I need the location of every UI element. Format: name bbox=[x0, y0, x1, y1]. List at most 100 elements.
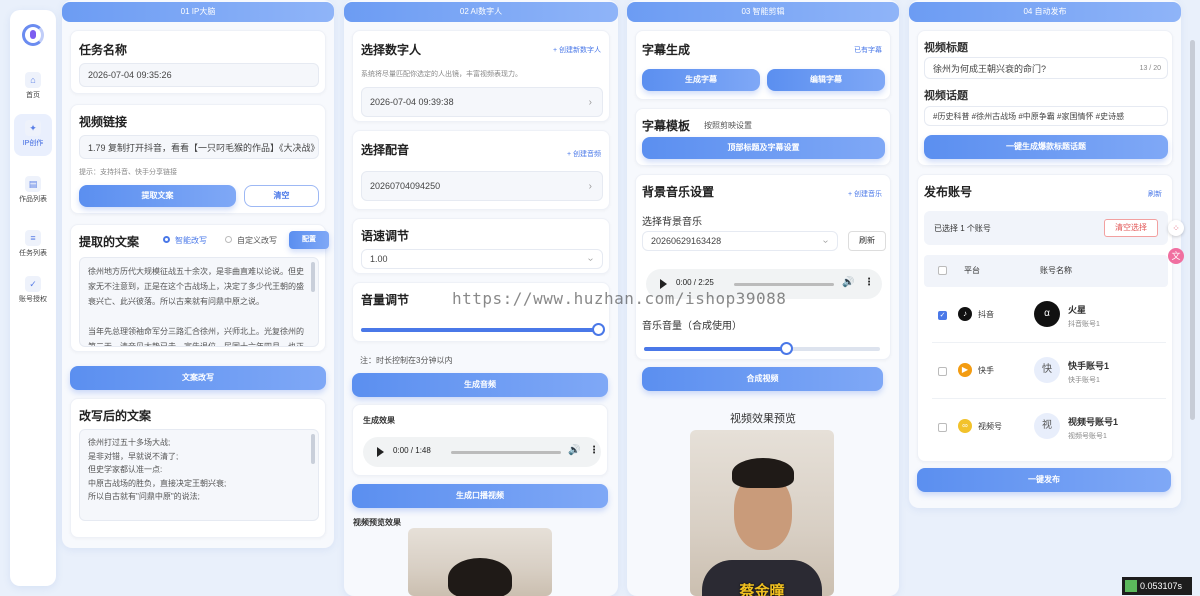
sidebar-item-ip-create[interactable]: ✦ IP创作 bbox=[14, 114, 52, 156]
audio-track[interactable] bbox=[451, 451, 561, 454]
extracted-card: 提取的文案 智能改写 自定义改写 配置 徐州地方历代大规模征战五十余次，是非曲直… bbox=[70, 224, 329, 352]
sidebar-item-label: 任务列表 bbox=[19, 250, 47, 257]
speed-title: 语速调节 bbox=[361, 229, 410, 243]
scrollbar[interactable] bbox=[311, 434, 315, 464]
bgm-track[interactable] bbox=[734, 283, 834, 286]
watermark: https://www.huzhan.com/ishop39088 bbox=[452, 289, 787, 308]
audio-time: 0:00 / 1:48 bbox=[393, 446, 431, 455]
refresh-accounts-link[interactable]: 刷新 bbox=[1148, 189, 1162, 199]
volume-icon[interactable]: 🔊 bbox=[568, 445, 580, 456]
duration-note: 注：时长控制在3分钟以内 bbox=[360, 356, 453, 365]
volume-fill bbox=[361, 328, 598, 332]
scrollbar[interactable] bbox=[311, 262, 315, 292]
avatar: α bbox=[1034, 301, 1060, 327]
audio-player[interactable]: 0:00 / 1:48 🔊 ⋮ bbox=[363, 437, 601, 467]
selection-bar: 已选择 1 个账号 清空选择 bbox=[924, 211, 1168, 245]
generate-audio-button[interactable]: 生成音频 bbox=[352, 373, 608, 397]
edit-subtitle-button[interactable]: 编辑字幕 bbox=[767, 69, 885, 91]
account-sub: 快手账号1 bbox=[1068, 377, 1100, 384]
chevron-right-icon: › bbox=[588, 96, 592, 108]
video-title-label: 视频标题 bbox=[924, 42, 968, 54]
sidebar-item-label: 作品列表 bbox=[19, 196, 47, 203]
volume-title: 音量调节 bbox=[361, 293, 410, 307]
volume-knob[interactable] bbox=[591, 323, 605, 336]
avatar-select[interactable]: 2026-07-04 09:39:38 › bbox=[361, 87, 603, 117]
voice-value: 20260704094250 bbox=[370, 181, 441, 191]
home-icon: ⌂ bbox=[25, 72, 41, 88]
rewritten-textarea[interactable]: 徐州打过五十多场大战; 是非对错，早就说不清了; 但史学家都认准一点: 中原古战… bbox=[79, 429, 319, 521]
video-frame bbox=[448, 558, 512, 596]
play-icon[interactable] bbox=[660, 279, 667, 289]
check-icon: ✓ bbox=[25, 276, 41, 292]
row-checkbox[interactable] bbox=[938, 423, 947, 432]
sidebar-item-works[interactable]: ▤ 作品列表 bbox=[14, 170, 52, 212]
extract-button[interactable]: 提取文案 bbox=[79, 185, 236, 207]
timer-value: 0.053107s bbox=[1140, 581, 1183, 591]
subtitle-card: 字幕生成 已有字幕 生成字幕 编辑字幕 bbox=[635, 30, 891, 100]
extracted-textarea[interactable]: 徐州地方历代大规模征战五十余次，是非曲直难以论说。但史家无不注意到，正是在这个古… bbox=[79, 257, 319, 347]
publish-button[interactable]: 一键发布 bbox=[917, 468, 1171, 492]
floating-grid-icon[interactable]: ⁘ bbox=[1168, 220, 1184, 236]
table-row[interactable]: ▶ 快手 快 快手账号1 快手账号1 bbox=[932, 343, 1166, 399]
video-title-input[interactable]: 徐州为何成王朝兴衰的命门? 13 / 20 bbox=[924, 57, 1168, 79]
list-icon: ≡ bbox=[25, 230, 41, 246]
play-icon[interactable] bbox=[377, 447, 384, 457]
create-music-link[interactable]: + 创建音乐 bbox=[848, 189, 882, 199]
volume-slider[interactable] bbox=[361, 323, 605, 336]
hint-text: 提示：支持抖音、快手分享链接 bbox=[79, 169, 177, 176]
smart-rewrite-radio[interactable] bbox=[163, 236, 170, 243]
video-link-input[interactable]: 1.79 复制打开抖音，看看【一只叼毛猴的作品】《大决战》三部 bbox=[79, 135, 319, 159]
sidebar-item-home[interactable]: ⌂ 首页 bbox=[14, 66, 52, 108]
compose-video-button[interactable]: 合成视频 bbox=[642, 367, 883, 391]
generate-video-button[interactable]: 生成口播视频 bbox=[352, 484, 608, 508]
row-checkbox[interactable] bbox=[938, 367, 947, 376]
chevron-down-icon: › bbox=[584, 257, 596, 261]
sidebar-item-tasks[interactable]: ≡ 任务列表 bbox=[14, 224, 52, 266]
rewrite-button[interactable]: 文案改写 bbox=[70, 366, 326, 390]
column-header: 04 自动发布 bbox=[909, 2, 1181, 22]
avatar-video-preview[interactable] bbox=[408, 528, 552, 596]
clear-selection-button[interactable]: 清空选择 bbox=[1104, 219, 1158, 237]
task-name-input[interactable]: 2026-07-04 09:35:26 bbox=[79, 63, 319, 87]
volume-icon[interactable]: 🔊 bbox=[842, 277, 854, 288]
select-all-checkbox[interactable] bbox=[938, 266, 947, 275]
generate-title-topic-button[interactable]: 一键生成爆款标题话题 bbox=[924, 135, 1168, 159]
more-icon[interactable]: ⋮ bbox=[864, 277, 874, 288]
rewritten-card: 改写后的文案 徐州打过五十多场大战; 是非对错，早就说不清了; 但史学家都认准一… bbox=[70, 398, 326, 538]
table-row[interactable]: ∞ 视频号 视 视频号账号1 视频号账号1 bbox=[932, 399, 1166, 455]
page-scrollbar[interactable] bbox=[1190, 40, 1195, 420]
create-voice-link[interactable]: + 创建音频 bbox=[567, 149, 601, 159]
config-button[interactable]: 配置 bbox=[289, 231, 329, 249]
bgm-select[interactable]: 20260629163428 › bbox=[642, 231, 838, 251]
final-video-preview[interactable]: 蔡金曈 bbox=[690, 430, 834, 596]
platform-name: 视频号 bbox=[978, 422, 1002, 431]
custom-rewrite-radio[interactable] bbox=[225, 236, 232, 243]
video-topic-input[interactable]: #历史科普 #徐州古战场 #中原争霸 #家国情怀 #史诗感 bbox=[924, 106, 1168, 126]
voice-select[interactable]: 20260704094250 › bbox=[361, 171, 603, 201]
generate-subtitle-button[interactable]: 生成字幕 bbox=[642, 69, 760, 91]
template-button[interactable]: 顶部标题及字幕设置 bbox=[642, 137, 885, 159]
video-topic-label: 视频话题 bbox=[924, 90, 968, 102]
row-checkbox[interactable]: ✓ bbox=[938, 311, 947, 320]
music-volume-slider[interactable] bbox=[644, 342, 880, 355]
char-count: 13 / 20 bbox=[1139, 64, 1161, 72]
create-avatar-link[interactable]: + 创建新数字人 bbox=[553, 45, 601, 55]
chevron-right-icon: › bbox=[588, 180, 592, 192]
custom-rewrite-label: 自定义改写 bbox=[237, 236, 277, 245]
more-icon[interactable]: ⋮ bbox=[589, 445, 599, 456]
subtitle-title: 字幕生成 bbox=[642, 43, 691, 57]
effect-card: 生成效果 0:00 / 1:48 🔊 ⋮ bbox=[352, 404, 608, 476]
sidebar: ⌂ 首页 ✦ IP创作 ▤ 作品列表 ≡ 任务列表 ✓ 账号授权 bbox=[10, 10, 56, 586]
sidebar-item-label: IP创作 bbox=[22, 140, 44, 147]
channels-icon: ∞ bbox=[958, 419, 972, 433]
speed-select[interactable]: 1.00 › bbox=[361, 249, 603, 269]
sidebar-item-auth[interactable]: ✓ 账号授权 bbox=[14, 270, 52, 312]
refresh-bgm-button[interactable]: 刷新 bbox=[848, 231, 886, 251]
music-volume-knob[interactable] bbox=[779, 342, 793, 355]
floating-translate-icon[interactable]: 文 bbox=[1168, 248, 1184, 264]
video-title-value: 徐州为何成王朝兴衰的命门? bbox=[933, 63, 1047, 74]
video-link-title: 视频链接 bbox=[79, 115, 128, 129]
avatar-desc: 系统将尽量匹配你选定的人出镜，丰富视频表现力。 bbox=[361, 71, 522, 78]
table-row[interactable]: ✓ ♪ 抖音 α 火星 抖音账号1 bbox=[932, 287, 1166, 343]
clear-button[interactable]: 清空 bbox=[244, 185, 319, 207]
